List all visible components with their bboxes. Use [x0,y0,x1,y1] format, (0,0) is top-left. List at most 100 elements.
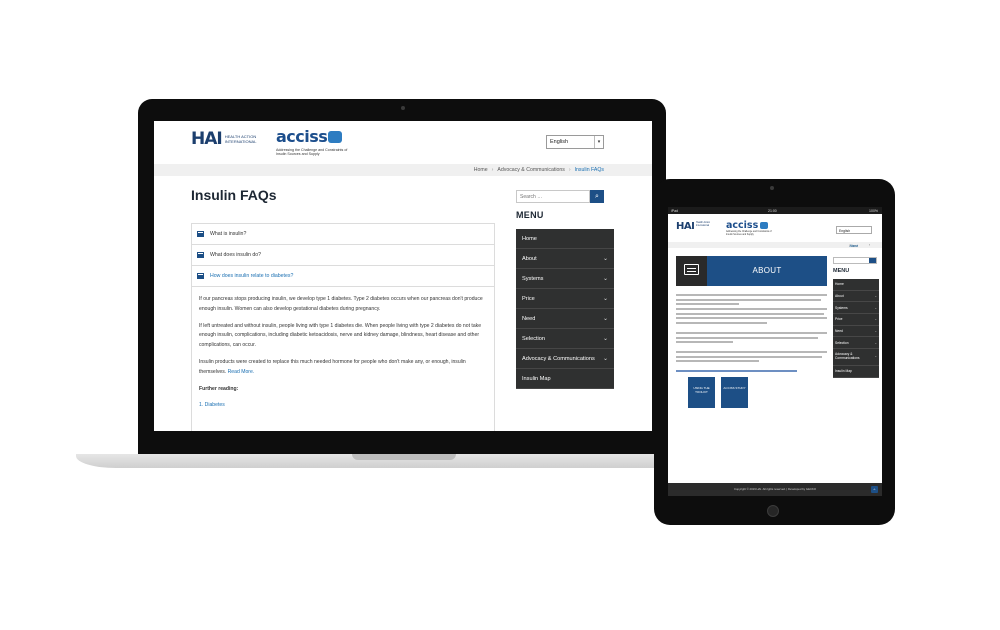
acciss-logo-word[interactable]: acciss [726,220,758,231]
tablet-screen: iPad 21:00 100% HAI Health Action Intern… [668,207,882,496]
sidebar-item-label: Home [835,282,844,287]
search-input[interactable] [516,190,590,203]
search-input[interactable] [833,257,877,264]
chevron-down-icon: ▾ [594,136,603,148]
chevron-down-icon[interactable]: ⌄ [603,275,608,282]
breadcrumb-separator: › [491,167,494,173]
acciss-logo[interactable]: acciss Addressing the Challenge and Cons… [276,127,356,157]
breadcrumb: Home › Advocacy & Communications › Insulin F… [154,164,652,176]
language-select-value: English [550,139,569,145]
answer-paragraph: If our pancreas stops producing insulin,… [199,296,483,312]
sidebar-item-label: Price [522,295,535,302]
breadcrumb-trail: Home › About [849,243,870,248]
acciss-study-tile[interactable]: ACCISS STUDY [721,377,748,408]
back-to-top-icon[interactable]: ^ [871,486,878,493]
sidebar-item-price[interactable]: Price ⌄ [833,314,879,326]
search-icon[interactable] [869,258,876,263]
using-toolkit-tile[interactable]: USING THE TOOLKIT [688,377,715,408]
chevron-down-icon[interactable]: ⌄ [874,294,877,298]
sidebar-item-selection[interactable]: Selection ⌄ [516,329,614,349]
menu-title: MENU [516,210,544,220]
faq-toggle-icon [197,252,204,258]
sidebar-item-advocacy[interactable]: Advocacy & Communications ⌄ [516,349,614,369]
hai-logo-text: Health Action International [224,134,257,144]
about-text-block [676,294,827,375]
menu-title: MENU [833,268,850,274]
status-battery: 100% [869,208,878,213]
sidebar-item-about[interactable]: About ⌄ [833,290,879,303]
chevron-down-icon[interactable]: ⌄ [603,255,608,262]
acciss-logo-word: acciss [276,127,328,146]
sidebar-item-need[interactable]: Need ⌄ [516,309,614,329]
about-banner: ABOUT [676,256,827,286]
globe-icon [760,222,768,229]
sidebar-item-label: Selection [522,335,546,342]
acciss-logo-subtitle: Addressing the Challenge and Constraints… [276,148,348,156]
sidebar-item-about[interactable]: About ⌄ [516,249,614,269]
sidebar-item-label: Selection [835,340,849,345]
language-select[interactable]: English ▾ [546,135,604,149]
sidebar-item-price[interactable]: Price ⌄ [516,289,614,309]
chevron-down-icon[interactable]: ⌄ [874,306,877,310]
laptop-camera [401,106,405,110]
faq-item[interactable]: What does insulin do? [192,245,494,266]
laptop-notch [352,454,456,460]
sidebar-menu: Home About ⌄ Systems ⌄ Price ⌄ Need ⌄ Select… [833,279,879,378]
page-title: Insulin FAQs [191,187,277,203]
faq-item-expanded[interactable]: How does insulin relate to diabetes? [192,266,494,287]
language-select[interactable]: English [836,226,872,234]
breadcrumb-current: Insulin FAQs [574,167,604,173]
sidebar-item-label: Price [835,317,843,322]
further-reading-link[interactable]: 1. Diabetes [199,401,487,411]
chevron-down-icon[interactable]: ⌄ [874,317,877,321]
search-button[interactable]: ⌕ [590,190,604,203]
faq-item[interactable]: What is insulin? [192,224,494,245]
device-mockup-stage: HAI Health Action International acciss A… [0,0,1000,630]
chevron-down-icon[interactable]: ⌄ [603,295,608,302]
hai-logo[interactable]: HAI Health Action International [191,131,265,148]
site-footer: Copyright © 2019 HAI. All rights reserve… [668,483,882,496]
sidebar-item-systems[interactable]: Systems ⌄ [516,269,614,289]
answer-paragraph: Insulin products were created to replace… [199,358,487,378]
sidebar-item-insulin-map[interactable]: Insulin Map [516,369,614,389]
sidebar-item-selection[interactable]: Selection ⌄ [833,337,879,350]
chevron-down-icon[interactable]: ⌄ [874,341,877,345]
faq-question: What does insulin do? [210,252,262,258]
status-device: iPad [671,208,679,213]
sidebar-item-advocacy[interactable]: Advocacy & Communications ⌄ [833,349,879,367]
further-reading-heading: Further reading: [199,385,239,392]
sidebar-item-label: Insulin Map [835,369,852,374]
breadcrumb: Home › About [668,242,882,248]
sidebar-item-label: Advocacy & Communications [522,355,595,362]
breadcrumb-separator: › [568,167,571,173]
globe-icon [328,131,343,143]
tablet-home-button [767,505,779,517]
sidebar-item-label: Need [522,315,536,322]
chevron-down-icon[interactable]: ⌄ [603,315,608,322]
read-more-link[interactable]: Read More. [228,369,255,375]
status-time: 21:00 [768,208,777,213]
faq-toggle-icon [197,273,204,279]
sidebar-item-home[interactable]: Home [516,229,614,249]
breadcrumb-home[interactable]: Home [474,167,488,173]
chevron-down-icon[interactable]: ⌄ [874,354,877,359]
breadcrumb-advocacy[interactable]: Advocacy & Communications [497,167,564,173]
acciss-logo-subtitle: Addressing the Challenge and Constraints… [726,231,772,236]
answer-paragraph: If left untreated and without insulin, p… [199,322,482,349]
sidebar-item-home[interactable]: Home [833,279,879,291]
faq-question: What is insulin? [210,231,247,237]
faq-accordion: What is insulin? What does insulin do? H… [191,223,495,431]
search-icon: ⌕ [595,193,599,200]
chevron-down-icon[interactable]: ⌄ [874,329,877,333]
sidebar-item-label: About [835,294,844,299]
chevron-down-icon[interactable]: ⌄ [603,335,608,342]
sidebar-item-label: Insulin Map [522,375,551,382]
sidebar-item-systems[interactable]: Systems ⌄ [833,302,879,315]
chevron-down-icon[interactable]: ⌄ [603,355,608,362]
sidebar-item-label: Systems [522,275,544,282]
sidebar-item-insulin-map[interactable]: Insulin Map [833,366,879,378]
sidebar-item-label: Home [522,235,537,242]
search-form: ⌕ [516,190,604,203]
sidebar-item-need[interactable]: Need ⌄ [833,325,879,338]
hai-logo-mark[interactable]: HAI [676,221,695,232]
